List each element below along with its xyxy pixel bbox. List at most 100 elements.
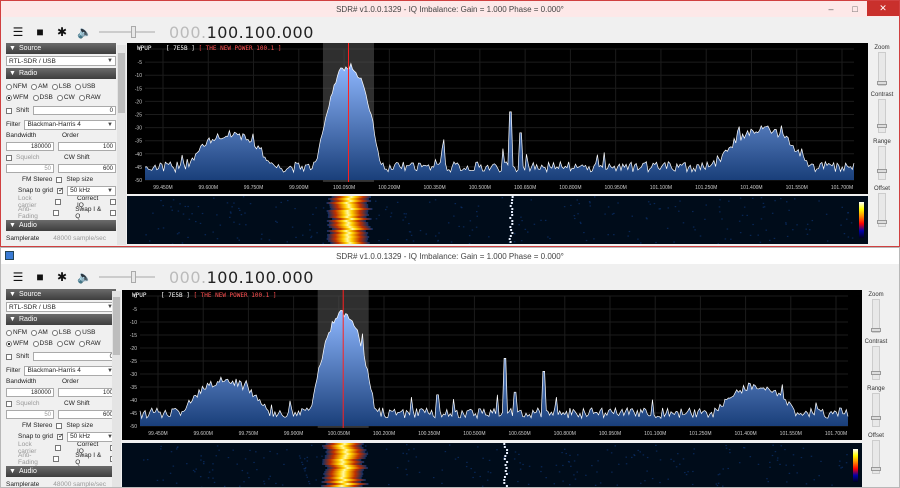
squelch-checkbox[interactable] bbox=[6, 154, 12, 161]
x-tick-label: 99.750M bbox=[244, 185, 263, 191]
shift-input[interactable]: 0 bbox=[33, 106, 116, 115]
mode-radio[interactable]: LSB bbox=[51, 329, 71, 336]
bandwidth-input[interactable]: 180000 bbox=[6, 388, 54, 397]
settings-icon[interactable]: ✱ bbox=[55, 25, 69, 39]
filter-row: Filter Blackman-Harris 4 ▼ bbox=[6, 119, 116, 130]
correct-iq-checkbox[interactable] bbox=[110, 198, 116, 205]
offset-slider[interactable] bbox=[871, 440, 881, 474]
radio-section-header[interactable]: ▼ Radio bbox=[6, 314, 116, 325]
lock-carrier-checkbox[interactable] bbox=[55, 198, 61, 205]
source-select[interactable]: RTL-SDR / USB ▼ bbox=[6, 302, 116, 312]
frequency-display[interactable]: 000.100.100.000 bbox=[169, 268, 314, 287]
shift-checkbox[interactable] bbox=[6, 107, 12, 114]
stop-icon[interactable]: ■ bbox=[33, 270, 47, 284]
maximize-button[interactable]: □ bbox=[843, 1, 867, 16]
waterfall-display[interactable] bbox=[127, 196, 868, 244]
mode-radio[interactable]: USB bbox=[75, 83, 96, 90]
cw-shift-input[interactable]: 600 bbox=[58, 410, 116, 419]
waterfall-display[interactable] bbox=[122, 443, 862, 487]
mode-radio-wfm[interactable]: WFM bbox=[6, 340, 29, 347]
snap-to-grid-checkbox[interactable] bbox=[57, 432, 64, 440]
mode-radio[interactable]: LSB bbox=[51, 83, 71, 90]
source-section-header[interactable]: ▼ Source bbox=[6, 43, 116, 54]
menu-icon[interactable]: ☰ bbox=[11, 270, 25, 284]
volume-slider[interactable] bbox=[99, 25, 155, 39]
minimize-button[interactable]: – bbox=[819, 1, 843, 16]
audio-section-header[interactable]: ▼ Audio bbox=[6, 466, 116, 477]
step-size-select[interactable]: 50 kHz ▼ bbox=[67, 185, 116, 196]
samplerate-value: 48000 sample/sec bbox=[53, 481, 107, 488]
volume-icon[interactable]: 🔈 bbox=[77, 270, 92, 284]
shift-input[interactable]: 0 bbox=[33, 352, 116, 361]
squelch-input[interactable]: 50 bbox=[6, 164, 54, 173]
offset-slider[interactable] bbox=[877, 193, 887, 227]
x-tick-label: 99.900M bbox=[289, 185, 308, 191]
mode-radio[interactable]: NFM bbox=[6, 329, 27, 336]
range-slider[interactable] bbox=[877, 146, 887, 180]
order-input[interactable]: 100 bbox=[58, 388, 116, 397]
cw-shift-input[interactable]: 600 bbox=[58, 164, 116, 173]
zoom-slider[interactable] bbox=[877, 52, 887, 86]
menu-icon[interactable]: ☰ bbox=[11, 25, 25, 39]
shift-checkbox[interactable] bbox=[6, 353, 12, 360]
contrast-slider[interactable] bbox=[871, 346, 881, 380]
x-tick-label: 101.700M bbox=[831, 185, 853, 191]
mode-radio[interactable]: USB bbox=[75, 329, 96, 336]
rds-pi-code: [ 7E5B ] bbox=[160, 292, 190, 299]
mode-radio[interactable]: CW bbox=[56, 340, 75, 347]
mode-radio[interactable]: AM bbox=[31, 329, 48, 336]
mode-radio[interactable]: RAW bbox=[78, 340, 101, 347]
zoom-slider[interactable] bbox=[871, 299, 881, 333]
mode-radio-wfm[interactable]: WFM bbox=[6, 94, 29, 101]
radio-section-header[interactable]: ▼ Radio bbox=[6, 68, 116, 79]
settings-icon[interactable]: ✱ bbox=[55, 270, 69, 284]
filter-select[interactable]: Blackman-Harris 4 ▼ bbox=[24, 119, 116, 130]
volume-icon[interactable]: 🔈 bbox=[77, 25, 92, 39]
mode-radio[interactable]: CW bbox=[56, 94, 75, 101]
contrast-slider[interactable] bbox=[877, 99, 887, 133]
snap-to-grid-label: Snap to grid bbox=[18, 187, 54, 194]
samplerate-label: Samplerate bbox=[6, 235, 40, 242]
x-tick-label: 101.400M bbox=[734, 431, 756, 437]
spectrum-display[interactable]: 0 -5 -10 -15 -20 -25 -30 -35 -40 -45 -50 99.450M 99.… bbox=[122, 290, 862, 440]
source-select-value: RTL-SDR / USB bbox=[9, 57, 56, 65]
frequency-display[interactable]: 000.100.100.000 bbox=[169, 23, 314, 42]
squelch-checkbox[interactable] bbox=[6, 400, 12, 407]
toolbar: ☰ ■ ✱ 🔈 000.100.100.000 bbox=[1, 18, 899, 46]
squelch-input[interactable]: 50 bbox=[6, 410, 54, 419]
mode-radio[interactable]: DSB bbox=[32, 94, 53, 101]
anti-fading-checkbox[interactable] bbox=[53, 455, 60, 462]
range-slider[interactable] bbox=[871, 393, 881, 427]
step-size-select[interactable]: 50 kHz ▼ bbox=[67, 431, 116, 442]
mode-radio[interactable]: RAW bbox=[78, 94, 101, 101]
frequency-leading: 000. bbox=[169, 22, 207, 42]
y-tick-label: -25 bbox=[130, 359, 137, 365]
close-button[interactable]: ✕ bbox=[867, 1, 899, 16]
panel-scrollbar[interactable] bbox=[117, 45, 126, 245]
mode-radio[interactable]: DSB bbox=[32, 340, 53, 347]
filter-row: Filter Blackman-Harris 4 ▼ bbox=[6, 365, 116, 376]
lock-carrier-checkbox[interactable] bbox=[55, 444, 61, 451]
source-select[interactable]: RTL-SDR / USB ▼ bbox=[6, 56, 116, 66]
x-tick-label: 101.250M bbox=[695, 185, 717, 191]
stop-icon[interactable]: ■ bbox=[33, 25, 47, 39]
fm-stereo-checkbox[interactable] bbox=[56, 176, 63, 183]
bandwidth-input[interactable]: 180000 bbox=[6, 142, 54, 151]
mode-radio[interactable]: AM bbox=[31, 83, 48, 90]
mode-radio[interactable]: NFM bbox=[6, 83, 27, 90]
spectrum-display[interactable]: 0 -5 -10 -15 -20 -25 -30 -35 -40 -45 -50 99.450M 99.… bbox=[127, 43, 868, 194]
swap-iq-checkbox[interactable] bbox=[110, 209, 116, 216]
order-input[interactable]: 100 bbox=[58, 142, 116, 151]
panel-scrollbar[interactable] bbox=[112, 291, 121, 487]
filter-select[interactable]: Blackman-Harris 4 ▼ bbox=[24, 365, 116, 376]
x-tick-label: 100.200M bbox=[378, 185, 400, 191]
anti-fading-checkbox[interactable] bbox=[53, 209, 60, 216]
snap-to-grid-checkbox[interactable] bbox=[57, 186, 64, 194]
right-controls: Zoom Contrast Range Offset bbox=[869, 43, 895, 243]
title-bar: SDR# v1.0.0.1329 - IQ Imbalance: Gain = … bbox=[1, 248, 899, 264]
audio-section-header[interactable]: ▼ Audio bbox=[6, 220, 116, 231]
source-section-header[interactable]: ▼ Source bbox=[6, 289, 116, 300]
volume-slider[interactable] bbox=[99, 270, 155, 284]
order-label: Order bbox=[62, 378, 79, 385]
fm-stereo-checkbox[interactable] bbox=[56, 422, 63, 429]
